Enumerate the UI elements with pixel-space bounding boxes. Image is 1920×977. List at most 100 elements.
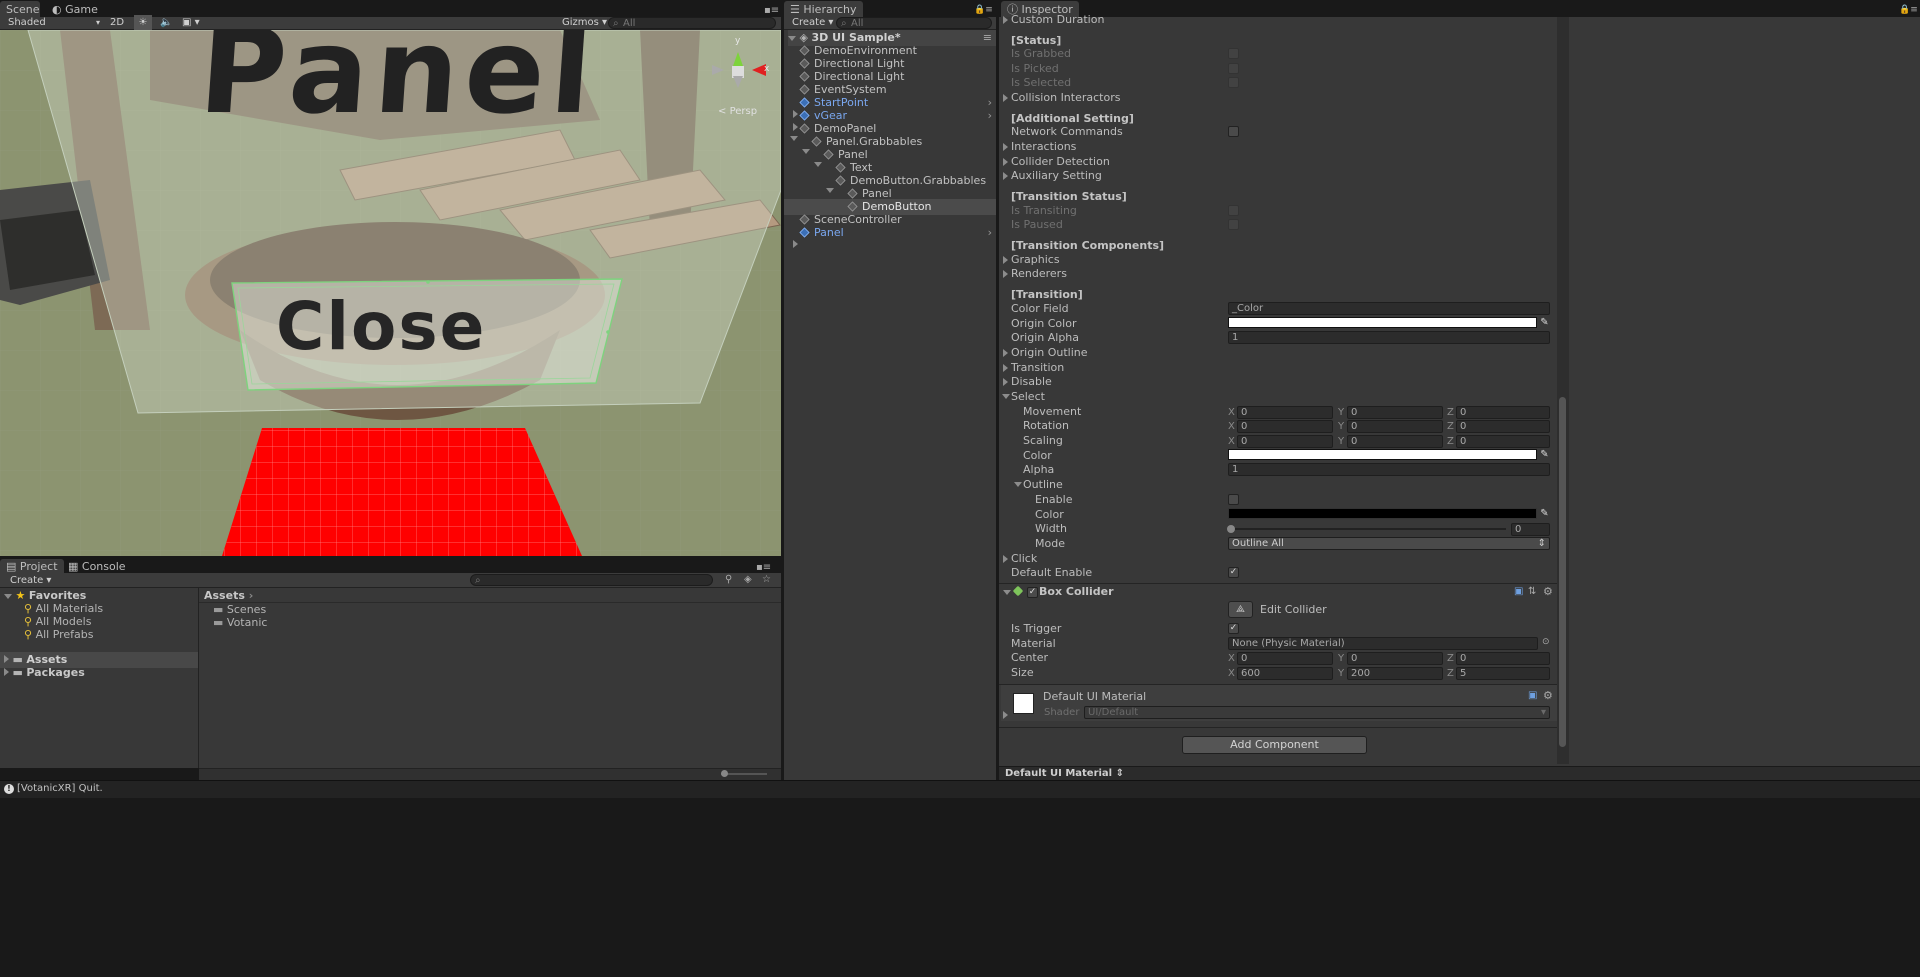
movement-y-input[interactable]: 0 [1347, 406, 1443, 419]
effects-dropdown-icon[interactable]: ▣ ▾ [178, 15, 204, 31]
gameobject-cube-icon [823, 149, 834, 160]
filter-by-type-icon[interactable]: ⚲ [725, 574, 732, 585]
eyedropper-icon[interactable]: ✎ [1539, 449, 1550, 460]
width-slider-thumb[interactable] [1227, 525, 1235, 533]
network-commands-checkbox[interactable] [1228, 126, 1239, 137]
is-trigger-checkbox[interactable]: ✓ [1228, 623, 1239, 634]
default-enable-checkbox[interactable]: ✓ [1228, 567, 1239, 578]
project-search-input[interactable]: ⌕ [470, 574, 713, 586]
project-create-button[interactable]: Create ▾ [6, 573, 55, 589]
perspective-label[interactable]: < Persp [718, 106, 757, 117]
tab-console[interactable]: ▦ Console [62, 559, 132, 574]
add-component-button[interactable]: Add Component [1182, 736, 1367, 754]
gameobject-cube-icon [847, 201, 858, 212]
outline-color-swatch[interactable] [1228, 508, 1537, 519]
zoom-slider-thumb[interactable] [721, 770, 728, 777]
scene-viewport[interactable]: Panel Close y x < Persp [0, 30, 781, 556]
outline-mode-dropdown[interactable]: Outline All ⇕ [1228, 537, 1550, 550]
width-value-input[interactable]: 0 [1511, 523, 1550, 536]
gear-icon[interactable]: ⚙ [1543, 689, 1553, 702]
collider-detection-foldout[interactable]: Collider Detection [1011, 154, 1110, 169]
custom-duration-label[interactable]: Custom Duration [1011, 12, 1104, 27]
lock-icon[interactable]: 🔒≡ [974, 5, 993, 15]
scene-search-input[interactable]: ⌕ All [608, 17, 776, 29]
y-label: Y [1338, 436, 1345, 447]
outline-foldout[interactable]: Outline [1023, 477, 1063, 492]
hierarchy-create-button[interactable]: Create ▾ [788, 15, 837, 31]
inspector-scrollbar[interactable] [1557, 17, 1569, 764]
select-color-swatch[interactable] [1228, 449, 1537, 460]
2d-toggle[interactable]: 2D [106, 15, 128, 31]
graphics-foldout[interactable]: Graphics [1011, 252, 1060, 267]
disable-foldout[interactable]: Disable [1011, 374, 1052, 389]
width-slider-track[interactable] [1230, 528, 1506, 530]
panel-menu-icon[interactable]: ▪≡ [764, 5, 779, 16]
scaling-x-input[interactable]: 0 [1237, 435, 1333, 448]
size-x-input[interactable]: 600 [1237, 667, 1333, 680]
status-message[interactable]: [VotanicXR] Quit. [17, 783, 103, 794]
origin-color-swatch[interactable] [1228, 317, 1537, 328]
favorite-star-icon[interactable]: ☆ [762, 574, 771, 585]
rotation-y-input[interactable]: 0 [1347, 420, 1443, 433]
origin-alpha-input[interactable]: 1 [1228, 331, 1550, 344]
shading-dropdown[interactable]: Shaded ▾ [4, 15, 102, 31]
gizmos-dropdown[interactable]: Gizmos ▾ [558, 15, 611, 31]
favorite-all-prefabs[interactable]: ⚲ All Prefabs [24, 627, 94, 643]
scaling-z-input[interactable]: 0 [1456, 435, 1550, 448]
lighting-toggle-icon[interactable]: ☀ [134, 15, 152, 31]
collision-interactors-foldout[interactable]: Collision Interactors [1011, 90, 1120, 105]
transition-components-header: [Transition Components] [1011, 239, 1165, 252]
chevron-right-icon[interactable]: › [988, 225, 992, 241]
filter-by-label-icon[interactable]: ◈ [744, 574, 752, 585]
expand-arrow-icon[interactable] [793, 240, 798, 248]
x-label: X [1228, 668, 1235, 679]
box-collider-title[interactable]: Box Collider [1039, 584, 1114, 599]
box-collider-enabled-checkbox[interactable]: ✓ [1027, 587, 1038, 598]
origin-outline-foldout[interactable]: Origin Outline [1011, 345, 1088, 360]
center-z-input[interactable]: 0 [1456, 652, 1550, 665]
outline-enable-checkbox[interactable] [1228, 494, 1239, 505]
size-label: Size [1011, 666, 1034, 679]
scaling-y-input[interactable]: 0 [1347, 435, 1443, 448]
interactions-foldout[interactable]: Interactions [1011, 139, 1076, 154]
renderers-foldout[interactable]: Renderers [1011, 266, 1067, 281]
rotation-z-input[interactable]: 0 [1456, 420, 1550, 433]
auxiliary-setting-foldout[interactable]: Auxiliary Setting [1011, 168, 1102, 183]
click-foldout[interactable]: Click [1011, 551, 1037, 566]
center-x-input[interactable]: 0 [1237, 652, 1333, 665]
eyedropper-icon[interactable]: ✎ [1539, 508, 1550, 519]
transition-foldout[interactable]: Transition [1011, 360, 1064, 375]
eyedropper-icon[interactable]: ✎ [1539, 317, 1550, 328]
help-book-icon[interactable]: ▣ [1514, 586, 1523, 597]
audio-toggle-icon[interactable]: 🔈 [156, 15, 176, 31]
close-button-text[interactable]: Close [276, 288, 486, 365]
hierarchy-search-input[interactable]: ⌕ All [836, 17, 992, 29]
preview-title[interactable]: Default UI Material ⇕ [1005, 768, 1124, 779]
lock-icon[interactable]: 🔒≡ [1899, 5, 1918, 15]
object-picker-icon[interactable]: ⊙ [1542, 637, 1550, 647]
dropdown-arrow-icon: ⇕ [1537, 538, 1546, 549]
center-y-input[interactable]: 0 [1347, 652, 1443, 665]
select-alpha-input[interactable]: 1 [1228, 463, 1550, 476]
preset-icon[interactable]: ⇅ [1528, 586, 1536, 597]
size-z-input[interactable]: 5 [1456, 667, 1550, 680]
scrollbar-thumb[interactable] [1559, 397, 1566, 747]
is-selected-checkbox [1228, 77, 1239, 88]
tab-project[interactable]: ▤ Project [0, 559, 64, 574]
movement-x-input[interactable]: 0 [1237, 406, 1333, 419]
asset-folder-votanic[interactable]: ▬ Votanic [213, 615, 267, 631]
rotation-x-input[interactable]: 0 [1237, 420, 1333, 433]
center-label: Center [1011, 651, 1049, 664]
size-y-input[interactable]: 200 [1347, 667, 1443, 680]
color-field-input[interactable]: _Color [1228, 302, 1550, 315]
outline-enable-label: Enable [1035, 493, 1073, 506]
material-object-field[interactable]: None (Physic Material) [1228, 637, 1538, 650]
select-foldout[interactable]: Select [1011, 389, 1045, 404]
hierarchy-item[interactable]: Panel › [784, 225, 996, 248]
packages-root-item[interactable]: ▬ Packages [4, 665, 85, 681]
edit-collider-button[interactable]: ⟁ [1228, 601, 1253, 618]
movement-z-input[interactable]: 0 [1456, 406, 1550, 419]
help-book-icon[interactable]: ▣ [1528, 690, 1537, 701]
gear-icon[interactable]: ⚙ [1543, 585, 1553, 598]
panel-menu-icon[interactable]: ▪≡ [756, 562, 771, 573]
